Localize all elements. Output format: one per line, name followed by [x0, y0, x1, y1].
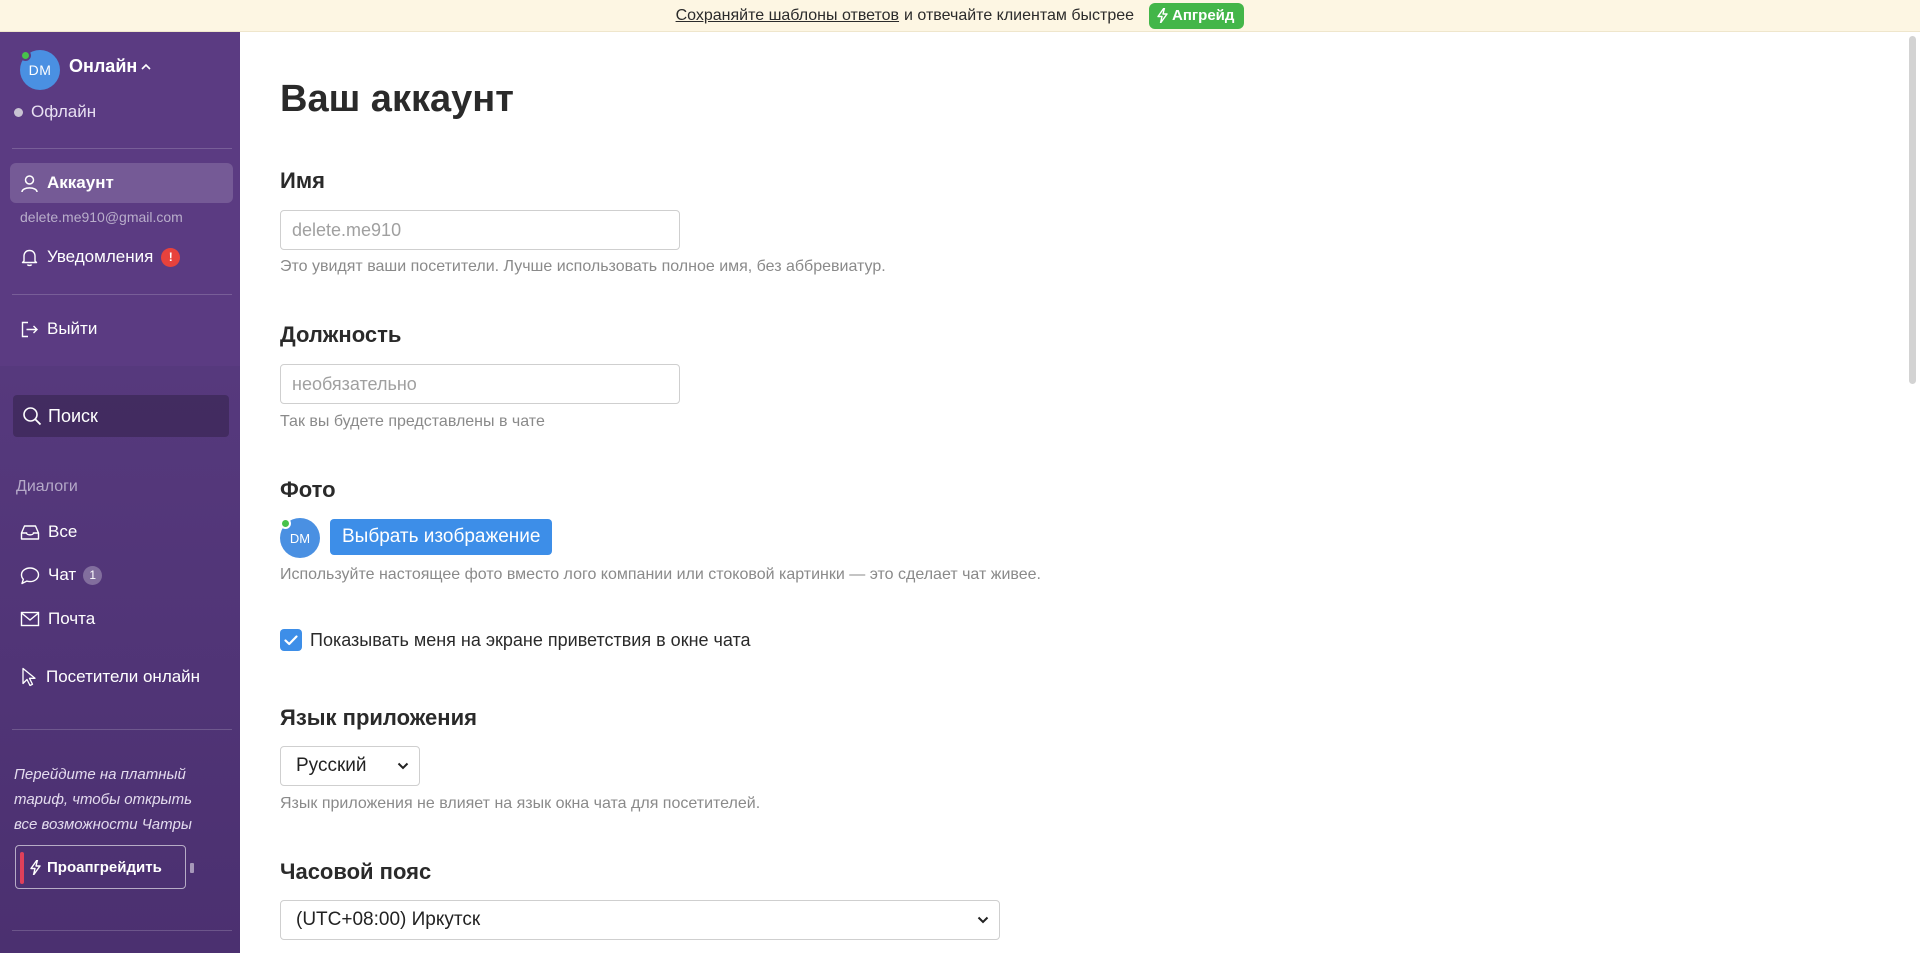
status-dropdown[interactable]: Онлайн: [69, 56, 151, 77]
cursor-icon: [22, 667, 36, 687]
choose-image-button[interactable]: Выбрать изображение: [330, 519, 553, 555]
online-status-dot: [280, 518, 291, 529]
photo-hint: Используйте настоящее фото вместо лого к…: [280, 566, 1041, 583]
search-label: Поиск: [48, 405, 98, 426]
photo-avatar: DM: [280, 518, 320, 558]
photo-avatar-initials: DM: [289, 530, 311, 546]
status-offline-option[interactable]: Офлайн: [14, 102, 96, 122]
sidebar-item-label: Уведомления: [47, 247, 154, 266]
sidebar-item-mail[interactable]: Почта: [10, 599, 233, 639]
checkmark-icon: [284, 634, 298, 645]
upgrade-banner: Сохраняйте шаблоны ответов и отвечайте к…: [0, 0, 1920, 32]
account-email: delete.me910@gmail.com: [20, 209, 183, 225]
show-on-welcome-checkbox[interactable]: Показывать меня на экране приветствия в …: [280, 629, 751, 651]
chevron-up-icon: [141, 63, 151, 70]
sidebar-item-label: Чат: [48, 565, 77, 584]
promo-upgrade-label: Проапгрейдить: [47, 858, 162, 876]
mail-icon: [20, 611, 40, 627]
account-settings-page: Ваш аккаунт Имя Это увидят ваши посетите…: [240, 32, 1905, 953]
promo-upgrade-button[interactable]: Проапгрейдить: [15, 845, 186, 889]
sidebar-item-online-visitors[interactable]: Посетители онлайн: [10, 657, 233, 697]
sidebar-item-label: Все: [48, 522, 78, 541]
sidebar-item-chat[interactable]: Чат 1: [10, 555, 233, 595]
online-status-dot: [20, 50, 31, 61]
divider: [12, 729, 232, 730]
divider: [12, 148, 232, 149]
name-label: Имя: [280, 168, 325, 193]
sidebar-item-all[interactable]: Все: [10, 512, 233, 552]
logout-icon: [21, 321, 38, 337]
position-input[interactable]: [280, 364, 680, 404]
dialogs-section-label: Диалоги: [16, 478, 78, 495]
language-selected: Русский: [296, 755, 367, 776]
notifications-alert-badge: !: [161, 247, 181, 267]
avatar-initials: DM: [28, 62, 52, 78]
chevron-down-icon: [977, 916, 989, 924]
position-label: Должность: [280, 322, 402, 347]
lightning-icon: [30, 859, 41, 875]
sidebar-item-label: Почта: [48, 609, 96, 628]
photo-label: Фото: [280, 477, 336, 502]
sidebar-item-notifications[interactable]: Уведомления !: [10, 237, 233, 277]
language-hint: Язык приложения не влияет на язык окна ч…: [280, 795, 761, 812]
status-current-label: Онлайн: [69, 56, 138, 76]
search-input[interactable]: Поиск: [13, 395, 229, 437]
timezone-label: Часовой пояс: [280, 859, 432, 884]
show-on-welcome-label: Показывать меня на экране приветствия в …: [310, 629, 751, 650]
divider: [12, 930, 232, 931]
banner-upgrade-button[interactable]: Апгрейд: [1149, 2, 1245, 29]
name-hint: Это увидят ваши посетители. Лучше исполь…: [280, 258, 886, 275]
chevron-down-icon: [397, 762, 409, 770]
name-input[interactable]: [280, 210, 680, 250]
timezone-selected: (UTC+08:00) Иркутск: [296, 909, 481, 930]
language-label: Язык приложения: [280, 705, 477, 730]
sidebar-item-account[interactable]: Аккаунт: [10, 163, 233, 203]
banner-link[interactable]: Сохраняйте шаблоны ответов: [676, 7, 899, 25]
language-select[interactable]: Русский: [280, 746, 420, 786]
page-title: Ваш аккаунт: [280, 78, 514, 120]
avatar[interactable]: DM: [20, 50, 60, 90]
divider: [12, 294, 232, 295]
scrollbar-thumb[interactable]: [1909, 36, 1916, 384]
checkbox-checked[interactable]: [280, 629, 302, 651]
lightning-icon: [1157, 8, 1168, 23]
sidebar-item-logout[interactable]: Выйти: [10, 309, 233, 349]
promo-text: Перейдите на платный тариф, чтобы открыт…: [14, 766, 192, 833]
bell-icon: [21, 249, 38, 266]
timezone-select[interactable]: (UTC+08:00) Иркутск: [280, 900, 1000, 940]
sidebar-item-label: Посетители онлайн: [46, 667, 201, 686]
offline-status-dot: [14, 107, 23, 117]
position-hint: Так вы будете представлены в чате: [280, 413, 545, 430]
banner-text: и отвечайте клиентам быстрее: [904, 6, 1135, 24]
sidebar-item-label: Аккаунт: [47, 173, 114, 192]
resize-handle[interactable]: [190, 863, 194, 873]
user-icon: [21, 174, 38, 192]
status-offline-label: Офлайн: [31, 102, 97, 121]
chat-count-badge: 1: [83, 565, 103, 585]
search-icon: [23, 407, 42, 426]
banner-upgrade-label: Апгрейд: [1172, 7, 1235, 24]
sidebar: DM Онлайн Офлайн Аккаунт delete.me910@gm…: [0, 32, 240, 953]
chat-bubble-icon: [20, 566, 40, 584]
inbox-icon: [20, 525, 40, 540]
sidebar-item-label: Выйти: [47, 319, 98, 338]
